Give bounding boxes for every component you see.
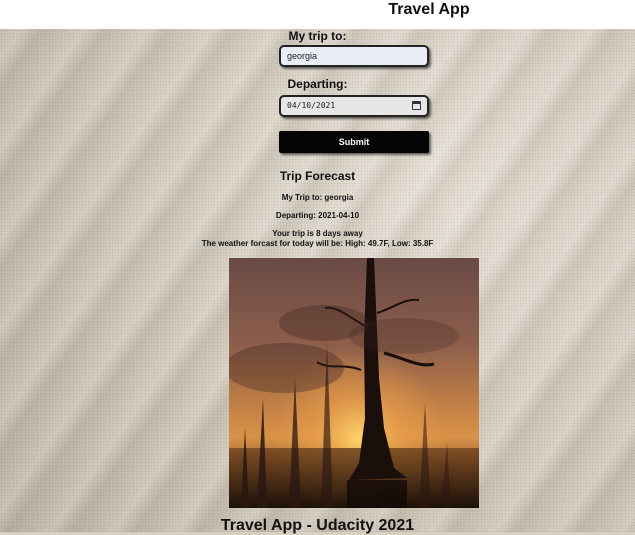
trip-destination-text: My Trip to: georgia [281,193,354,202]
trip-departing-text: Departing: 2021-04-10 [275,211,360,220]
destination-label: My trip to: [288,29,347,43]
trip-weather-text: The weather forcast for today will be: H… [201,239,434,248]
trip-days-away-text: Your trip is 8 days away [272,229,363,238]
footer-text: Travel App - Udacity 2021 [220,517,415,534]
destination-photo [229,258,479,508]
cypress-swamp-image [229,258,479,508]
submit-button[interactable]: Submit [279,131,429,153]
header-bar: Travel App [0,0,635,29]
calendar-icon[interactable] [412,101,421,110]
departing-label: Departing: [287,77,348,91]
destination-input[interactable]: georgia [279,45,429,67]
app-title: Travel App [388,1,470,18]
departing-date-input[interactable]: 04/10/2021 [279,95,429,117]
departing-date-value: 04/10/2021 [287,101,336,110]
trip-forecast-title: Trip Forecast [279,169,356,183]
destination-input-value: georgia [287,51,318,61]
